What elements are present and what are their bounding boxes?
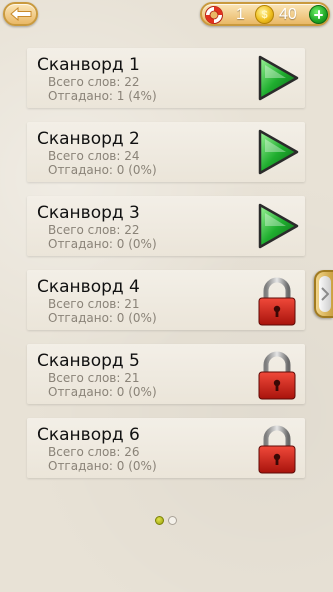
crossword-total-words: Всего слов: 21: [48, 297, 140, 311]
crossword-title: Сканворд 3: [37, 203, 140, 223]
coin-symbol: $: [261, 8, 268, 21]
crossword-title: Сканворд 6: [37, 425, 140, 445]
crossword-total-words: Всего слов: 21: [48, 371, 140, 385]
lock-icon: [258, 351, 296, 400]
chevron-right-icon: [320, 287, 329, 301]
coins-count: 40: [279, 6, 297, 23]
play-icon[interactable]: [256, 202, 300, 250]
hints-count: 1: [236, 6, 245, 23]
lifebuoy-icon[interactable]: [204, 5, 224, 25]
arrow-left-icon: [9, 7, 31, 21]
crossword-card[interactable]: Сканворд 1 Всего слов: 22 Отгадано: 1 (4%): [27, 48, 305, 108]
crossword-total-words: Всего слов: 22: [48, 75, 140, 89]
next-page-button[interactable]: [314, 270, 333, 318]
page-dot-2[interactable]: [168, 516, 177, 525]
crossword-title: Сканворд 4: [37, 277, 140, 297]
crossword-card[interactable]: Сканворд 4 Всего слов: 21 Отгадано: 0 (0%): [27, 270, 305, 330]
crossword-solved-words: Отгадано: 0 (0%): [48, 385, 157, 399]
crossword-card[interactable]: Сканворд 3 Всего слов: 22 Отгадано: 0 (0%): [27, 196, 305, 256]
crossword-card[interactable]: Сканворд 2 Всего слов: 24 Отгадано: 0 (0%): [27, 122, 305, 182]
lock-icon: [258, 277, 296, 326]
crossword-solved-words: Отгадано: 0 (0%): [48, 459, 157, 473]
page-indicator: [155, 516, 181, 526]
play-icon[interactable]: [256, 128, 300, 176]
play-icon[interactable]: [256, 54, 300, 102]
back-button[interactable]: [3, 2, 38, 26]
crossword-card[interactable]: Сканворд 6 Всего слов: 26 Отгадано: 0 (0%): [27, 418, 305, 478]
crossword-solved-words: Отгадано: 0 (0%): [48, 163, 157, 177]
crossword-total-words: Всего слов: 26: [48, 445, 140, 459]
crossword-title: Сканворд 5: [37, 351, 140, 371]
crossword-solved-words: Отгадано: 0 (0%): [48, 311, 157, 325]
crossword-card[interactable]: Сканворд 5 Всего слов: 21 Отгадано: 0 (0%): [27, 344, 305, 404]
coin-icon: $: [255, 5, 274, 24]
resources-bar: 1 $ 40: [200, 2, 330, 26]
add-coins-button[interactable]: [309, 5, 328, 24]
crossword-title: Сканворд 1: [37, 55, 140, 75]
crossword-title: Сканворд 2: [37, 129, 140, 149]
crossword-total-words: Всего слов: 24: [48, 149, 140, 163]
crossword-solved-words: Отгадано: 1 (4%): [48, 89, 157, 103]
page-dot-1[interactable]: [155, 516, 164, 525]
crossword-solved-words: Отгадано: 0 (0%): [48, 237, 157, 251]
crossword-total-words: Всего слов: 22: [48, 223, 140, 237]
lock-icon: [258, 425, 296, 474]
